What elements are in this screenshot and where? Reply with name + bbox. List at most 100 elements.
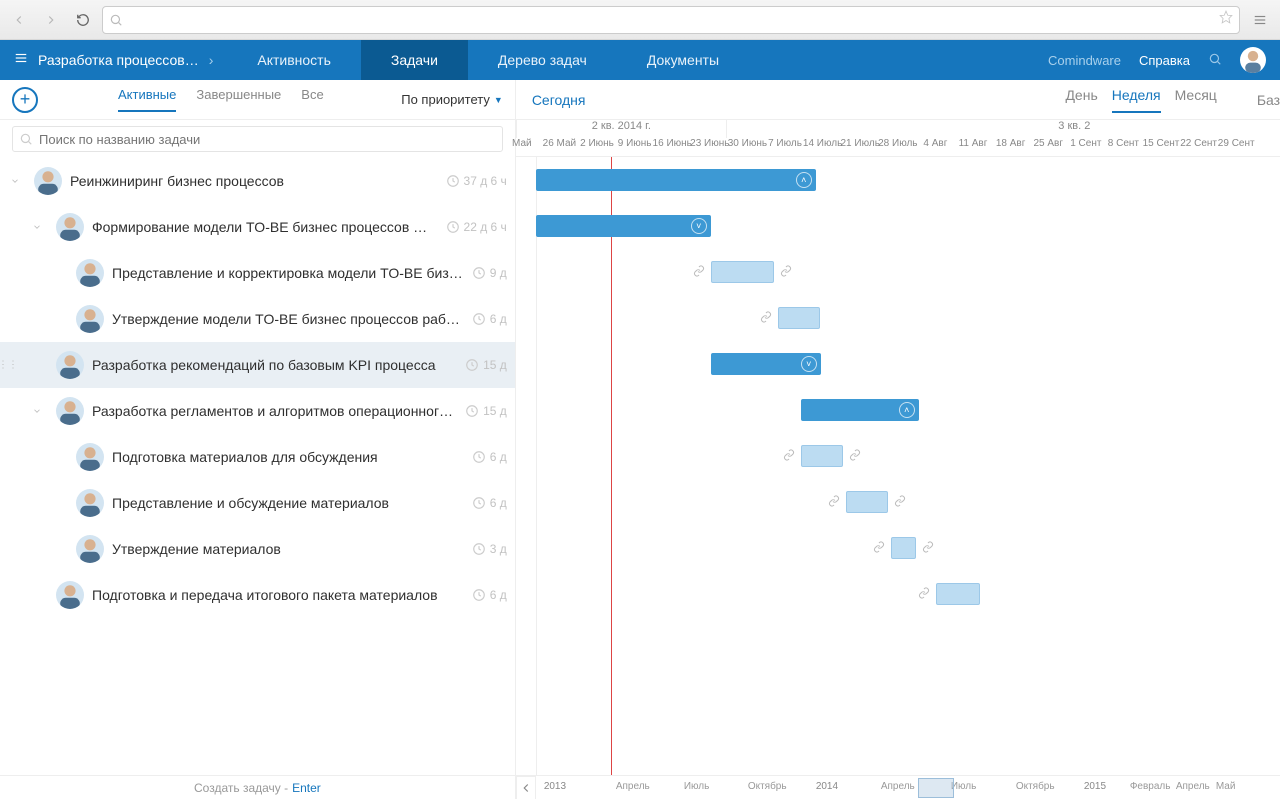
- breadcrumb-label: Разработка процессов…: [38, 52, 199, 68]
- url-input[interactable]: [129, 12, 1213, 27]
- task-title: Представление и корректировка модели TO-…: [112, 265, 464, 281]
- task-title: Представление и обсуждение материалов: [112, 495, 464, 511]
- gantt-row: ˄: [516, 157, 1280, 203]
- gantt-bar[interactable]: ˄: [801, 399, 919, 421]
- dependency-link-icon[interactable]: [873, 541, 885, 556]
- quarter-label: 2 кв. 2014 г.: [516, 120, 726, 138]
- task-search[interactable]: [12, 126, 503, 152]
- gantt-bar[interactable]: ˄: [536, 169, 816, 191]
- tab-tree[interactable]: Дерево задач: [468, 40, 617, 80]
- assignee-avatar[interactable]: [56, 351, 84, 379]
- timeline-header: 2 кв. 2014 г.3 кв. 2 Май26 Май2 Июнь9 Ию…: [516, 120, 1280, 157]
- timeline-overview[interactable]: 2013АпрельИюльОктябрь2014АпрельИюльОктяб…: [516, 775, 1280, 799]
- tab-tasks[interactable]: Задачи: [361, 40, 468, 80]
- gantt-bar[interactable]: ˅: [536, 215, 711, 237]
- task-row[interactable]: Утверждение модели TO-BE бизнес процессо…: [0, 296, 515, 342]
- gantt-bar[interactable]: ˅: [711, 353, 821, 375]
- tab-activity[interactable]: Активность: [227, 40, 361, 80]
- add-task-button[interactable]: +: [12, 87, 38, 113]
- assignee-avatar[interactable]: [34, 167, 62, 195]
- task-row[interactable]: Подготовка материалов для обсуждения6 д: [0, 434, 515, 480]
- dependency-link-icon[interactable]: [780, 265, 792, 280]
- gantt-bar[interactable]: [891, 537, 916, 559]
- dependency-link-icon[interactable]: [894, 495, 906, 510]
- collapse-icon[interactable]: [4, 176, 26, 186]
- baseplan-dropdown[interactable]: Базовый план не в… ▼: [1257, 92, 1280, 108]
- gantt-bar[interactable]: [801, 445, 843, 467]
- current-user-avatar[interactable]: [1240, 47, 1266, 73]
- baseplan-label: Базовый план не в…: [1257, 92, 1280, 108]
- task-row[interactable]: Подготовка и передача итогового пакета м…: [0, 572, 515, 618]
- dependency-link-icon[interactable]: [828, 495, 840, 510]
- task-row[interactable]: Представление и корректировка модели TO-…: [0, 250, 515, 296]
- assignee-avatar[interactable]: [56, 397, 84, 425]
- view-month[interactable]: Месяц: [1175, 87, 1217, 113]
- dependency-link-icon[interactable]: [922, 541, 934, 556]
- assignee-avatar[interactable]: [76, 535, 104, 563]
- gantt-row: [516, 571, 1280, 617]
- view-week[interactable]: Неделя: [1112, 87, 1161, 113]
- clock-icon: [446, 174, 460, 188]
- bookmark-icon[interactable]: [1219, 10, 1233, 29]
- reload-button[interactable]: [70, 7, 96, 33]
- dependency-link-icon[interactable]: [693, 265, 705, 280]
- breadcrumb[interactable]: Разработка процессов… ›: [0, 40, 227, 80]
- help-link[interactable]: Справка: [1139, 53, 1190, 68]
- week-label: 4 Авг: [923, 138, 947, 149]
- filter-active[interactable]: Активные: [118, 87, 176, 112]
- overview-viewport[interactable]: [918, 778, 954, 798]
- dependency-link-icon[interactable]: [918, 587, 930, 602]
- task-row[interactable]: Формирование модели TO-BE бизнес процесс…: [0, 204, 515, 250]
- assignee-avatar[interactable]: [76, 305, 104, 333]
- clock-icon: [472, 496, 486, 510]
- filter-all[interactable]: Все: [301, 87, 323, 112]
- chevron-up-icon[interactable]: ˄: [796, 172, 812, 188]
- task-row[interactable]: Реинжиниринг бизнес процессов37 д 6 ч: [0, 158, 515, 204]
- assignee-avatar[interactable]: [76, 489, 104, 517]
- dependency-link-icon[interactable]: [849, 449, 861, 464]
- collapse-icon[interactable]: [26, 406, 48, 416]
- task-row[interactable]: Представление и обсуждение материалов6 д: [0, 480, 515, 526]
- view-day[interactable]: День: [1065, 87, 1097, 113]
- task-title: Подготовка и передача итогового пакета м…: [92, 587, 464, 603]
- sort-dropdown[interactable]: По приоритету ▼: [401, 92, 503, 107]
- assignee-avatar[interactable]: [76, 443, 104, 471]
- clock-icon: [472, 312, 486, 326]
- task-search-input[interactable]: [39, 132, 496, 147]
- forward-button[interactable]: [38, 7, 64, 33]
- chevron-up-icon[interactable]: ˄: [899, 402, 915, 418]
- gantt-row: ˅: [516, 341, 1280, 387]
- gantt-bar[interactable]: [778, 307, 820, 329]
- gantt-chart[interactable]: ˄ ˅ ˅ ˄: [516, 157, 1280, 775]
- task-row[interactable]: Утверждение материалов3 д: [0, 526, 515, 572]
- assignee-avatar[interactable]: [56, 581, 84, 609]
- browser-menu-button[interactable]: [1246, 13, 1274, 27]
- filter-completed[interactable]: Завершенные: [196, 87, 281, 112]
- overview-prev-button[interactable]: [516, 776, 536, 799]
- tab-docs[interactable]: Документы: [617, 40, 749, 80]
- task-duration: 15 д: [465, 404, 507, 418]
- collapse-icon[interactable]: [26, 222, 48, 232]
- chevron-down-icon[interactable]: ˅: [691, 218, 707, 234]
- dependency-link-icon[interactable]: [783, 449, 795, 464]
- week-label: 21 Июль: [840, 138, 879, 149]
- drag-handle-icon[interactable]: ⋮⋮: [0, 360, 18, 371]
- gantt-bar[interactable]: [711, 261, 774, 283]
- week-label: 2 Июнь: [580, 138, 614, 149]
- today-button[interactable]: Сегодня: [532, 92, 586, 108]
- gantt-bar[interactable]: [936, 583, 980, 605]
- search-button[interactable]: [1208, 52, 1222, 69]
- chevron-down-icon[interactable]: ˅: [801, 356, 817, 372]
- assignee-avatar[interactable]: [56, 213, 84, 241]
- dependency-link-icon[interactable]: [760, 311, 772, 326]
- assignee-avatar[interactable]: [76, 259, 104, 287]
- overview-label: Февраль: [1130, 781, 1171, 792]
- task-row[interactable]: ⋮⋮ Разработка рекомендаций по базовым KPI…: [0, 342, 515, 388]
- task-row[interactable]: Разработка регламентов и алгоритмов опер…: [0, 388, 515, 434]
- back-button[interactable]: [6, 7, 32, 33]
- menu-icon[interactable]: [14, 51, 28, 70]
- gantt-bar[interactable]: [846, 491, 888, 513]
- overview-label: Апрель: [616, 781, 650, 792]
- task-title: Разработка рекомендаций по базовым KPI п…: [92, 357, 457, 373]
- url-bar[interactable]: [102, 6, 1240, 34]
